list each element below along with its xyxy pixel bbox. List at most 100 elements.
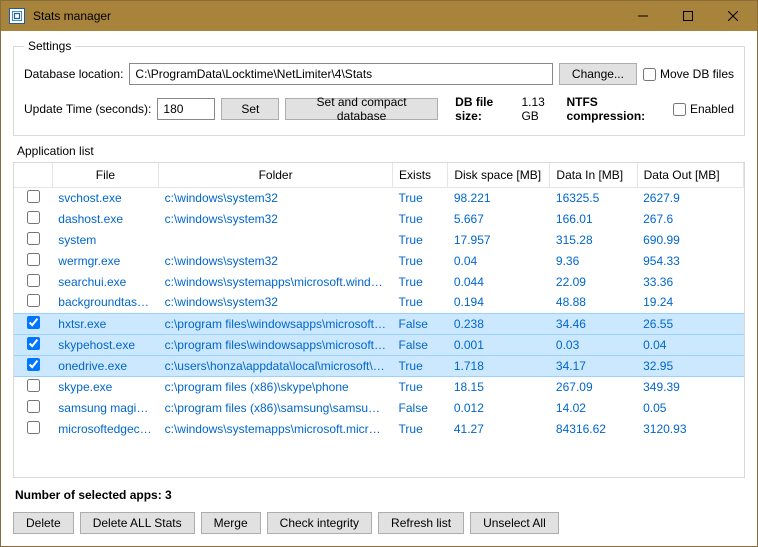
cell-dout[interactable]: 0.05 [637,397,743,418]
cell-exists[interactable]: True [393,376,448,397]
cell-disk[interactable]: 41.27 [448,418,550,439]
merge-button[interactable]: Merge [201,512,261,534]
cell-disk[interactable]: 0.001 [448,334,550,355]
cell-disk[interactable]: 1.718 [448,355,550,376]
cell-file[interactable]: onedrive.exe [52,355,158,376]
cell-disk[interactable]: 18.15 [448,376,550,397]
table-row[interactable]: wermgr.exec:\windows\system32True0.049.3… [14,250,744,271]
cell-file[interactable]: backgroundtaskhost.exe [52,292,158,313]
cell-folder[interactable]: c:\program files (x86)\skype\phone [159,376,393,397]
cell-folder[interactable]: c:\windows\systemapps\microsoft.windows.… [159,271,393,292]
cell-din[interactable]: 267.09 [550,376,637,397]
table-row[interactable]: svchost.exec:\windows\system32True98.221… [14,187,744,208]
col-disk[interactable]: Disk space [MB] [448,163,550,187]
cell-disk[interactable]: 0.238 [448,313,550,334]
delete-button[interactable]: Delete [13,512,74,534]
table-row[interactable]: skype.exec:\program files (x86)\skype\ph… [14,376,744,397]
cell-din[interactable]: 0.03 [550,334,637,355]
cell-folder[interactable]: c:\windows\systemapps\microsoft.microsof… [159,418,393,439]
cell-dout[interactable]: 349.39 [637,376,743,397]
table-row[interactable]: samsung magician.exec:\program files (x8… [14,397,744,418]
cell-disk[interactable]: 0.044 [448,271,550,292]
col-dout[interactable]: Data Out [MB] [637,163,743,187]
cell-dout[interactable]: 19.24 [637,292,743,313]
row-checkbox-cell[interactable] [14,208,52,229]
cell-folder[interactable]: c:\windows\system32 [159,187,393,208]
cell-dout[interactable]: 690.99 [637,229,743,250]
row-checkbox[interactable] [27,316,40,329]
col-checkbox[interactable] [14,163,52,187]
cell-disk[interactable]: 98.221 [448,187,550,208]
cell-dout[interactable]: 3120.93 [637,418,743,439]
cell-dout[interactable]: 954.33 [637,250,743,271]
row-checkbox-cell[interactable] [14,313,52,334]
cell-file[interactable]: hxtsr.exe [52,313,158,334]
row-checkbox-cell[interactable] [14,355,52,376]
row-checkbox[interactable] [27,190,40,203]
maximize-button[interactable] [665,2,710,30]
cell-din[interactable]: 48.88 [550,292,637,313]
cell-exists[interactable]: False [393,334,448,355]
cell-dout[interactable]: 2627.9 [637,187,743,208]
cell-folder[interactable]: c:\program files\windowsapps\microsoft.s… [159,334,393,355]
cell-disk[interactable]: 0.012 [448,397,550,418]
cell-file[interactable]: skype.exe [52,376,158,397]
cell-exists[interactable]: True [393,271,448,292]
updatetime-input[interactable] [157,98,215,120]
check-integrity-button[interactable]: Check integrity [267,512,372,534]
cell-dout[interactable]: 32.95 [637,355,743,376]
row-checkbox-cell[interactable] [14,418,52,439]
row-checkbox[interactable] [27,253,40,266]
row-checkbox[interactable] [27,379,40,392]
row-checkbox[interactable] [27,211,40,224]
cell-exists[interactable]: False [393,397,448,418]
table-row[interactable]: systemTrue17.957315.28690.99 [14,229,744,250]
row-checkbox-cell[interactable] [14,292,52,313]
cell-folder[interactable]: c:\windows\system32 [159,292,393,313]
cell-exists[interactable]: True [393,208,448,229]
cell-dout[interactable]: 0.04 [637,334,743,355]
movedb-checkbox[interactable]: Move DB files [643,67,734,81]
cell-file[interactable]: dashost.exe [52,208,158,229]
ntfs-enabled-input[interactable] [673,103,686,116]
row-checkbox[interactable] [27,400,40,413]
cell-din[interactable]: 9.36 [550,250,637,271]
row-checkbox-cell[interactable] [14,397,52,418]
table-row[interactable]: backgroundtaskhost.exec:\windows\system3… [14,292,744,313]
cell-file[interactable]: wermgr.exe [52,250,158,271]
cell-exists[interactable]: True [393,418,448,439]
row-checkbox[interactable] [27,421,40,434]
cell-file[interactable]: microsoftedgecp.exe [52,418,158,439]
cell-disk[interactable]: 0.194 [448,292,550,313]
cell-folder[interactable]: c:\users\honza\appdata\local\microsoft\o… [159,355,393,376]
cell-disk[interactable]: 0.04 [448,250,550,271]
change-button[interactable]: Change... [559,63,637,85]
cell-file[interactable]: svchost.exe [52,187,158,208]
cell-din[interactable]: 315.28 [550,229,637,250]
cell-file[interactable]: skypehost.exe [52,334,158,355]
dbloc-input[interactable] [129,63,553,85]
cell-folder[interactable]: c:\windows\system32 [159,250,393,271]
row-checkbox-cell[interactable] [14,271,52,292]
cell-disk[interactable]: 17.957 [448,229,550,250]
row-checkbox-cell[interactable] [14,250,52,271]
close-button[interactable] [710,2,755,30]
table-row[interactable]: microsoftedgecp.exec:\windows\systemapps… [14,418,744,439]
cell-din[interactable]: 84316.62 [550,418,637,439]
cell-file[interactable]: searchui.exe [52,271,158,292]
cell-exists[interactable]: True [393,355,448,376]
row-checkbox-cell[interactable] [14,334,52,355]
table-row[interactable]: searchui.exec:\windows\systemapps\micros… [14,271,744,292]
cell-folder[interactable]: c:\program files (x86)\samsung\samsung m… [159,397,393,418]
cell-din[interactable]: 16325.5 [550,187,637,208]
setcompact-button[interactable]: Set and compact database [285,98,438,120]
cell-folder[interactable] [159,229,393,250]
row-checkbox[interactable] [27,232,40,245]
cell-folder[interactable]: c:\windows\system32 [159,208,393,229]
cell-exists[interactable]: False [393,313,448,334]
cell-din[interactable]: 166.01 [550,208,637,229]
col-exists[interactable]: Exists [393,163,448,187]
movedb-checkbox-input[interactable] [643,68,656,81]
table-row[interactable]: dashost.exec:\windows\system32True5.6671… [14,208,744,229]
delete-all-button[interactable]: Delete ALL Stats [80,512,195,534]
